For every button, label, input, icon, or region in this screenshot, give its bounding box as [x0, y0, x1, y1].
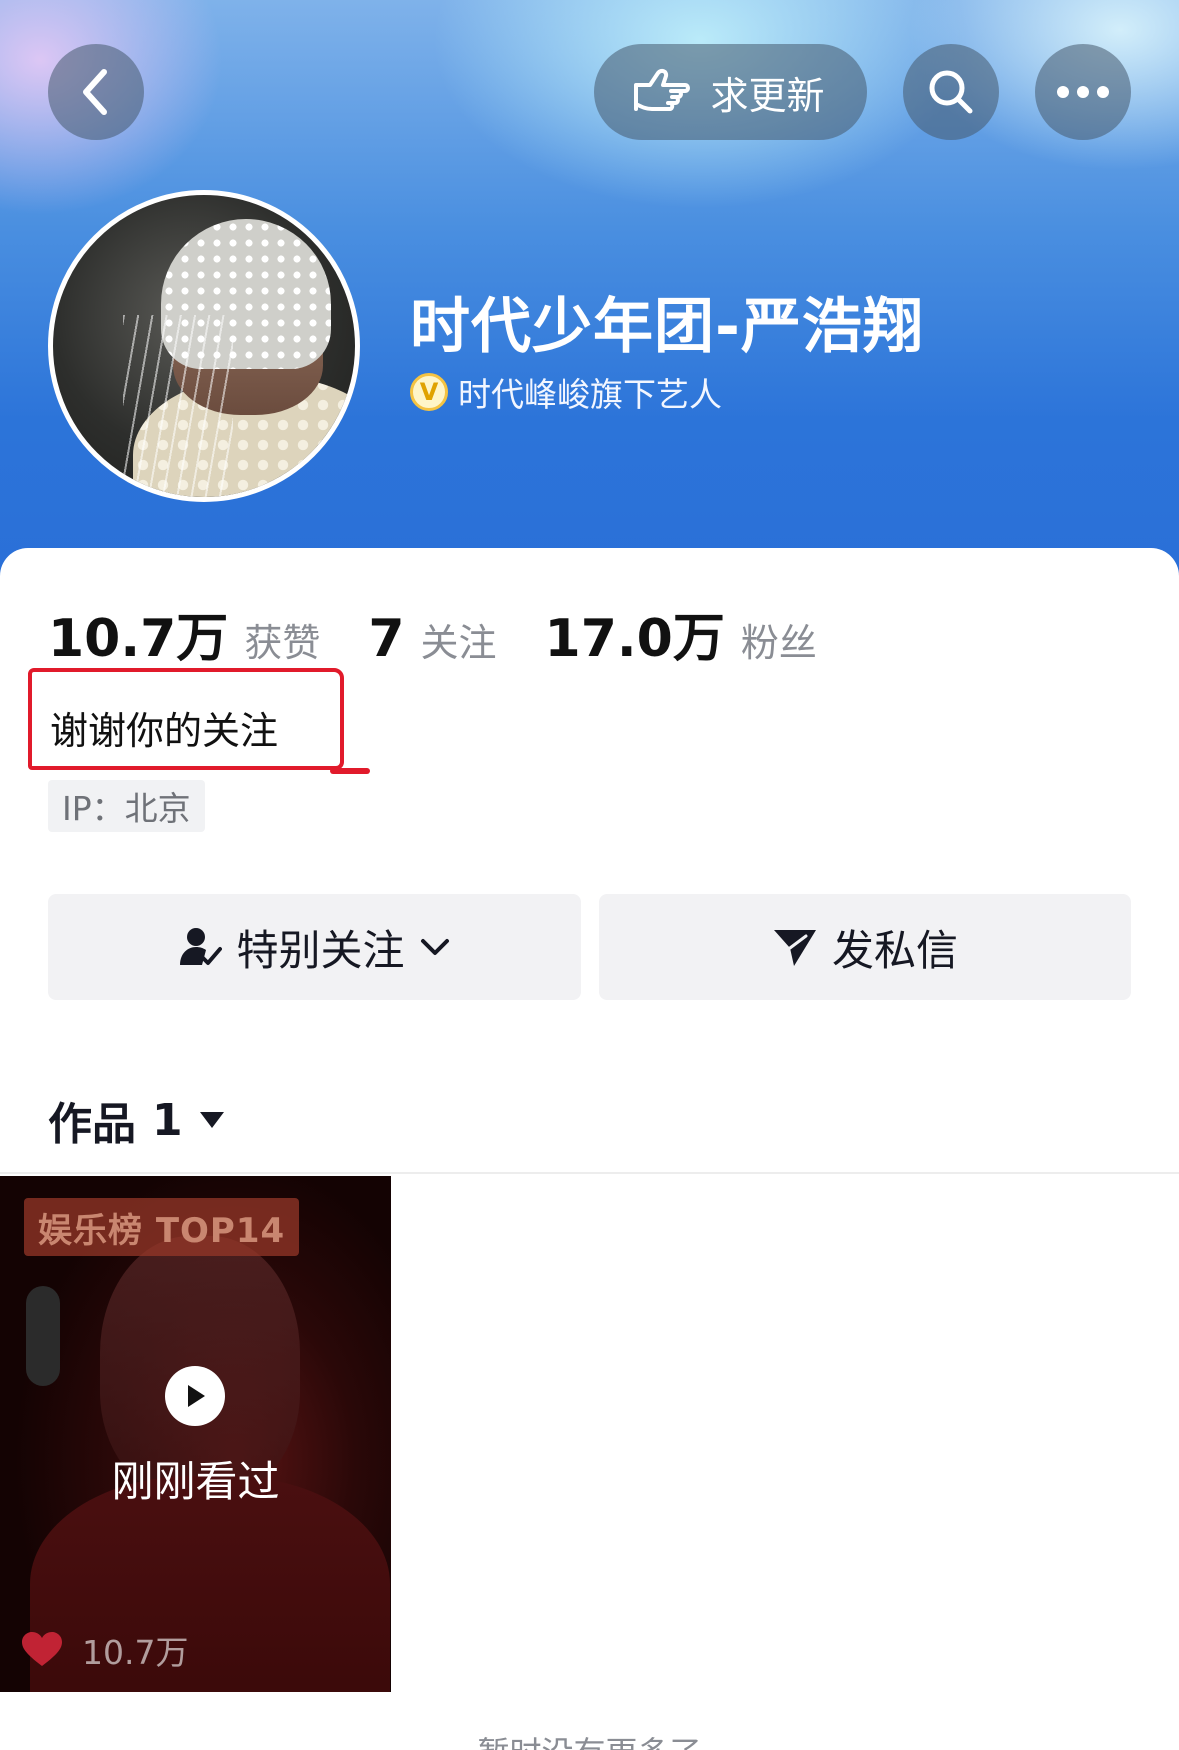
play-icon — [165, 1366, 225, 1426]
followers-count[interactable]: 17.0万 — [545, 596, 725, 671]
recently-watched-label: 刚刚看过 — [111, 1457, 280, 1506]
profile-avatar[interactable] — [48, 190, 360, 502]
works-count: 1 — [152, 1094, 183, 1146]
works-tab-label: 作品 — [48, 1099, 136, 1150]
works-tab[interactable]: 作品 1 — [48, 1088, 225, 1152]
request-update-button[interactable]: 求更新 — [594, 44, 867, 140]
special-follow-button[interactable]: 特别关注 — [48, 894, 581, 1000]
following-count[interactable]: 7 — [368, 609, 404, 669]
no-more-content-note: 暂时没有更多了 — [0, 1728, 1179, 1750]
verified-text: 时代峰峻旗下艺人 — [458, 375, 722, 414]
user-check-icon — [180, 928, 223, 965]
verified-badge-icon: V — [410, 373, 448, 411]
send-message-button[interactable]: 发私信 — [599, 894, 1131, 1000]
pointing-hand-icon — [634, 68, 691, 111]
profile-bio: 谢谢你的关注 — [50, 709, 279, 753]
followers-label[interactable]: 粉丝 — [741, 612, 817, 667]
send-plane-icon — [773, 930, 816, 966]
ip-location-tag: IP：北京 — [48, 780, 205, 832]
special-follow-label: 特别关注 — [236, 925, 405, 975]
ranking-badge: 娱乐榜 TOP14 — [24, 1198, 300, 1256]
profile-name: 时代少年团-严浩翔 — [410, 292, 924, 362]
video-thumbnail[interactable]: 娱乐榜 TOP14 刚刚看过 10.7万 — [0, 1176, 391, 1692]
video-likes: 10.7万 — [22, 1626, 188, 1674]
search-icon — [929, 70, 973, 114]
back-arrow-icon — [83, 69, 107, 115]
following-label[interactable]: 关注 — [421, 612, 497, 667]
likes-count[interactable]: 10.7万 — [48, 596, 228, 671]
verification-row[interactable]: V 时代峰峻旗下艺人 — [410, 368, 722, 416]
more-options-button[interactable] — [1035, 44, 1131, 140]
video-likes-count: 10.7万 — [82, 1633, 189, 1672]
more-dots-icon — [1057, 86, 1109, 98]
triangle-down-icon — [199, 1112, 224, 1128]
send-message-label: 发私信 — [831, 925, 958, 975]
tab-divider — [0, 1172, 1179, 1174]
likes-label[interactable]: 获赞 — [244, 612, 320, 667]
request-update-label: 求更新 — [710, 73, 825, 118]
avatar-beaded-strands-shape — [123, 315, 233, 497]
profile-stats: 10.7万 获赞 7 关注 17.0万 粉丝 — [48, 596, 865, 671]
chevron-down-icon — [420, 939, 449, 955]
heart-icon — [22, 1632, 62, 1666]
search-button[interactable] — [903, 44, 999, 140]
thumbnail-microphone-shape — [26, 1286, 60, 1386]
back-button[interactable] — [48, 44, 144, 140]
